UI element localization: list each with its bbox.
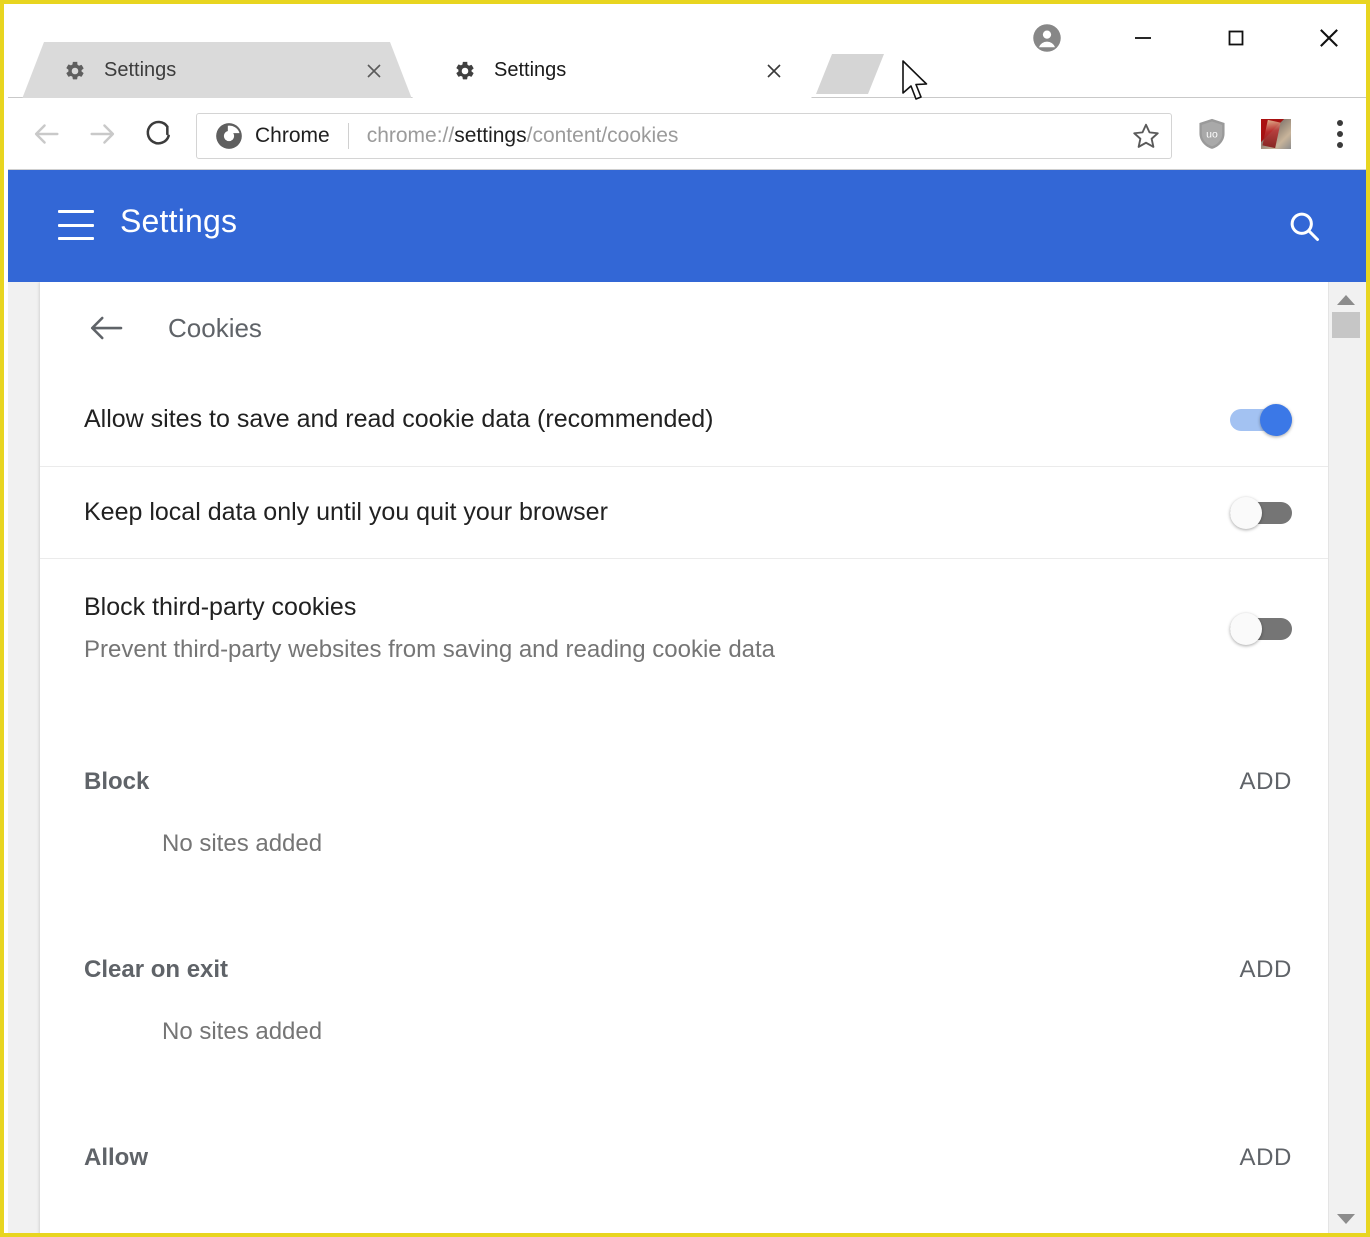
settings-card: Cookies Allow sites to save and read coo… (40, 282, 1338, 1233)
browser-window: Settings Settings Chrome chrome://settin… (0, 0, 1370, 1237)
hamburger-menu-icon[interactable] (58, 210, 94, 240)
tab-settings-1[interactable]: Settings (22, 42, 412, 99)
tab-content: Settings (22, 42, 412, 99)
setting-label: Block third-party cookies (84, 592, 357, 621)
toggle-knob (1230, 612, 1262, 645)
arrow-left-icon[interactable] (86, 313, 126, 343)
gear-icon (456, 61, 474, 79)
chevron-down-icon (1336, 1214, 1355, 1224)
chrome-badge-label: Chrome (255, 124, 330, 147)
settings-title: Settings (120, 203, 238, 239)
address-bar[interactable]: Chrome chrome://settings/content/cookies (196, 113, 1172, 159)
reload-icon (146, 120, 170, 145)
tab-content: Settings (412, 42, 812, 99)
bookmark-star-icon[interactable] (1131, 121, 1161, 151)
setting-description: Prevent third-party websites from saving… (84, 636, 776, 664)
scroll-up-button[interactable] (1329, 286, 1362, 314)
minimize-button[interactable] (1120, 18, 1166, 58)
scroll-down-button[interactable] (1329, 1205, 1362, 1233)
reload-button[interactable] (134, 110, 182, 158)
arrow-left-icon (34, 124, 59, 144)
extension-icon (1261, 119, 1291, 149)
block-third-party-toggle[interactable] (1230, 612, 1292, 645)
settings-page-body: Cookies Allow sites to save and read coo… (8, 282, 1366, 1233)
vertical-scrollbar[interactable] (1328, 282, 1362, 1233)
section-header: Block ADD (84, 734, 1292, 830)
section-clear-on-exit: Clear on exit ADD No sites added (40, 922, 1338, 1102)
url-path: /content/cookies (526, 124, 679, 147)
tab-strip: Settings Settings (8, 8, 1366, 99)
close-window-button[interactable] (1306, 18, 1352, 58)
empty-state-text: No sites added (162, 1018, 323, 1045)
section-allow: Allow ADD (40, 1110, 1338, 1206)
chrome-logo-icon (216, 123, 242, 149)
search-icon[interactable] (1286, 208, 1322, 244)
omnibox-divider (347, 123, 349, 149)
section-header: Clear on exit ADD (84, 922, 1292, 1018)
url-host: settings (454, 124, 527, 147)
section-block: Block ADD No sites added (40, 734, 1338, 914)
close-icon (1320, 29, 1338, 47)
section-header: Allow ADD (84, 1110, 1292, 1206)
setting-row-block-third-party[interactable]: Block third-party cookies Prevent third-… (40, 558, 1338, 698)
shield-icon: uo (1199, 118, 1225, 149)
tab-title: Settings (104, 59, 177, 81)
site-identity-chrome-badge: Chrome (197, 122, 330, 150)
empty-state-text: No sites added (162, 830, 323, 857)
section-title: Allow (84, 1144, 148, 1171)
extension-ublock-origin[interactable]: uo (1190, 112, 1234, 156)
browser-toolbar: Chrome chrome://settings/content/cookies… (8, 98, 1366, 170)
url-text: chrome://settings/content/cookies (367, 124, 679, 148)
minimize-icon (1135, 37, 1151, 39)
profile-avatar-button[interactable] (1024, 18, 1070, 58)
subpage-header: Cookies (40, 282, 1338, 374)
section-title: Clear on exit (84, 956, 229, 983)
setting-label: Allow sites to save and read cookie data… (84, 405, 714, 434)
new-tab-button[interactable] (816, 54, 884, 94)
tab-settings-2[interactable]: Settings (412, 42, 812, 99)
setting-text: Keep local data only until you quit your… (84, 497, 648, 528)
setting-label: Keep local data only until you quit your… (84, 497, 608, 526)
close-icon[interactable] (764, 61, 784, 81)
setting-text: Block third-party cookies Prevent third-… (84, 592, 815, 665)
maximize-icon (1228, 30, 1244, 46)
add-button[interactable]: ADD (1240, 1144, 1292, 1172)
extension-thumbnail-button[interactable] (1254, 112, 1298, 156)
setting-row-allow-cookies[interactable]: Allow sites to save and read cookie data… (40, 374, 1338, 466)
account-icon (1033, 24, 1061, 52)
setting-row-keep-local-data[interactable]: Keep local data only until you quit your… (40, 466, 1338, 558)
back-button[interactable] (22, 110, 70, 158)
chevron-up-icon (1336, 295, 1355, 305)
add-button[interactable]: ADD (1240, 956, 1292, 984)
gear-icon (66, 61, 84, 79)
allow-cookies-toggle[interactable] (1230, 404, 1292, 436)
setting-text: Allow sites to save and read cookie data… (84, 404, 754, 435)
svg-text:uo: uo (1206, 129, 1218, 140)
toggle-knob (1230, 496, 1262, 529)
add-button[interactable]: ADD (1240, 768, 1292, 796)
url-prefix: chrome:// (366, 124, 455, 147)
scrollbar-thumb[interactable] (1332, 312, 1360, 338)
toggle-knob (1260, 404, 1292, 436)
section-title: Block (84, 768, 150, 795)
forward-button[interactable] (79, 110, 127, 158)
tab-title: Settings (494, 59, 567, 81)
arrow-right-icon (90, 124, 115, 144)
kebab-menu-icon (1337, 120, 1343, 148)
keep-local-data-toggle[interactable] (1230, 496, 1292, 529)
settings-header-bar: Settings (8, 170, 1366, 282)
close-icon[interactable] (364, 61, 384, 81)
chrome-menu-button[interactable] (1318, 112, 1362, 156)
maximize-button[interactable] (1213, 18, 1259, 58)
page-title: Cookies (168, 312, 262, 343)
